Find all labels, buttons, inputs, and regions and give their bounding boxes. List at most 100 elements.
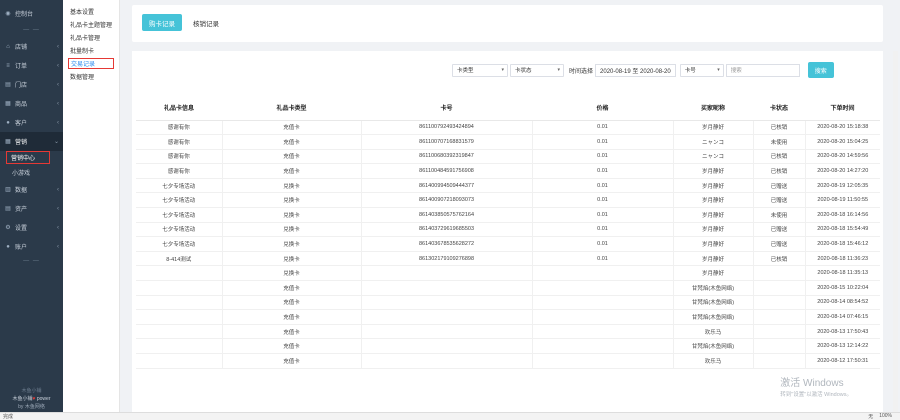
column-header: 卡号 [361,96,532,121]
table-cell: 岁月静好 [672,265,753,282]
sidebar-divider: — — [23,257,40,264]
table-cell [531,309,673,325]
table-cell: 充值卡 [221,163,361,179]
sidebar-item[interactable]: ⌂ 店铺 ‹ [0,37,63,56]
table-cell [752,265,805,282]
table-cell: 2020-08-20 14:27:20 [804,163,880,179]
table-row: 七夕专场活动 兑换卡 861403678535628272 0.01 岁月静好 已赠送 20… [136,236,880,252]
sidebar-subitem[interactable]: 营销中心 [6,151,50,164]
chevron-left-icon: ‹ [57,62,59,69]
sidebar-item-label: 账户 [15,245,28,251]
table-cell: 充值卡 [221,295,361,311]
table-cell: 0.01 [531,163,673,179]
chevron-down-icon: ⌄ [53,139,59,145]
search-input[interactable]: 搜索 [725,63,800,77]
table-cell: 861302179109276898 [360,251,532,267]
table-cell: 已赠送 [752,178,805,194]
subnav-item[interactable]: 礼品卡主题管理 [63,18,119,31]
sidebar-item[interactable]: ● 账户 ‹ [0,237,63,256]
search-button[interactable]: 搜索 [807,62,834,78]
table-cell: 充值卡 [221,309,361,325]
sidebar-item[interactable]: ⚙ 设置 ‹ [0,218,63,237]
status-item: 无 [868,414,874,420]
subnav-item[interactable]: 交易记录 [68,58,114,69]
footer-power-word: power [36,396,51,402]
records-table: 礼品卡信息 礼品卡类型 卡号 价格 买家昵称 卡状态 下单时间 感谢有你 充值卡 8611007… [136,96,880,369]
table-cell: 感谢有你 [136,134,222,150]
chart-icon: ▥ [5,187,11,193]
sidebar-item[interactable]: ≡ 订单 ‹ [0,56,63,75]
table-cell [136,309,222,325]
table-cell: 感谢有你 [136,163,222,179]
home-icon: ⌂ [6,43,10,50]
subnav-item[interactable]: 礼品卡管理 [63,31,119,44]
footer-logo: 木鱼小铺 [21,388,42,394]
table-cell: 2020-08-18 15:54:49 [804,222,880,238]
sidebar-item[interactable]: ▤ 资产 ‹ [0,199,63,218]
card-type-select-label: 卡类型 [457,68,474,74]
subnav-item[interactable]: 批量制卡 [63,44,119,57]
subnav-item[interactable]: 数据管理 [63,70,119,83]
sidebar-item[interactable]: ● 客户 ‹ [0,113,63,132]
column-header: 礼品卡信息 [136,96,222,121]
account-icon: ● [6,243,10,250]
table-cell: 欢乐马 [672,324,753,340]
table-cell [752,295,805,311]
sidebar-subitem[interactable]: 小游戏 [0,164,63,180]
table-cell: 861403678535628272 [360,236,532,252]
table-cell: 2020-08-20 15:04:25 [804,134,880,150]
table-cell: 七夕专场活动 [136,207,222,223]
sidebar-item[interactable]: ▥ 数据 ‹ [0,180,63,199]
tab-redeem-records[interactable]: 核销记录 [190,14,222,31]
table-cell [360,353,532,369]
table-cell: 2020-08-19 12:05:35 [804,178,880,194]
table-cell: 甘梵焰(木鱼网络) [672,295,753,311]
sidebar-item[interactable]: ▤ 门店 ‹ [0,75,63,94]
list-icon: ≡ [6,62,10,69]
table-cell: 8-414测试 [136,251,222,267]
table-cell [752,309,805,325]
column-header: 礼品卡类型 [222,96,361,121]
table-row: 感谢有你 充值卡 861100680392319847 0.01 ニャンコ 已核销 2020… [136,149,880,165]
table-cell: 2020-08-19 11:50:55 [804,192,880,209]
chevron-left-icon: ‹ [57,81,59,88]
vertical-scrollbar[interactable] [893,51,898,413]
column-header: 卡状态 [753,96,805,121]
search-field-select[interactable]: 卡号 ▾ [679,63,724,77]
card-status-select[interactable]: 卡状态 ▾ [510,63,564,77]
table-cell [136,338,222,354]
sidebar-item-label: 资产 [15,207,28,213]
table-cell: 已核销 [752,149,805,165]
sidebar-item[interactable]: ▦ 营销 ⌄ [0,132,63,151]
table-cell: 861100792493424894 [360,120,532,136]
tab-purchase-records[interactable]: 购卡记录 [142,14,182,31]
table-cell [752,280,805,296]
status-text: 完成 [3,414,14,420]
card-type-select[interactable]: 卡类型 ▾ [452,63,508,77]
table-cell: 0.01 [531,134,673,150]
table-cell: 2020-08-13 12:14:22 [804,338,880,354]
table-cell [531,280,673,296]
sidebar-item[interactable]: ◉ 控制台 [0,4,63,23]
subnav-item[interactable]: 基本设置 [63,5,119,18]
table-cell: 兑换卡 [221,192,361,209]
table-cell: 0.01 [531,149,673,165]
table-cell: 兑换卡 [221,236,361,252]
main-content: 购卡记录 核销记录 卡类型 ▾ 卡状态 ▾ 时间选择 2020-08-19 至 … [131,0,900,420]
sidebar-item-label: 订单 [15,64,28,70]
table-cell: 2020-08-13 17:50:43 [804,324,880,340]
table-cell [531,324,673,340]
table-row: 感谢有你 充值卡 861100707168831579 0.01 ニャンコ 未使用 2020… [136,134,880,150]
table-cell: 充值卡 [221,149,361,165]
table-cell: 2020-08-18 11:36:23 [804,251,880,267]
table-cell: 七夕专场活动 [136,178,222,194]
table-cell: 已赠送 [752,236,805,252]
table-cell: 充值卡 [221,120,361,136]
sidebar-item[interactable]: ▦ 商品 ‹ [0,94,63,113]
table-cell: 2020-08-12 17:50:31 [804,353,880,369]
table-cell: 0.01 [531,120,673,136]
table-cell: 已赠送 [752,192,805,209]
table-cell: 0.01 [531,251,673,267]
table-cell: 2020-08-14 07:46:15 [804,309,880,325]
date-range-input[interactable]: 2020-08-19 至 2020-08-20 [595,63,676,77]
